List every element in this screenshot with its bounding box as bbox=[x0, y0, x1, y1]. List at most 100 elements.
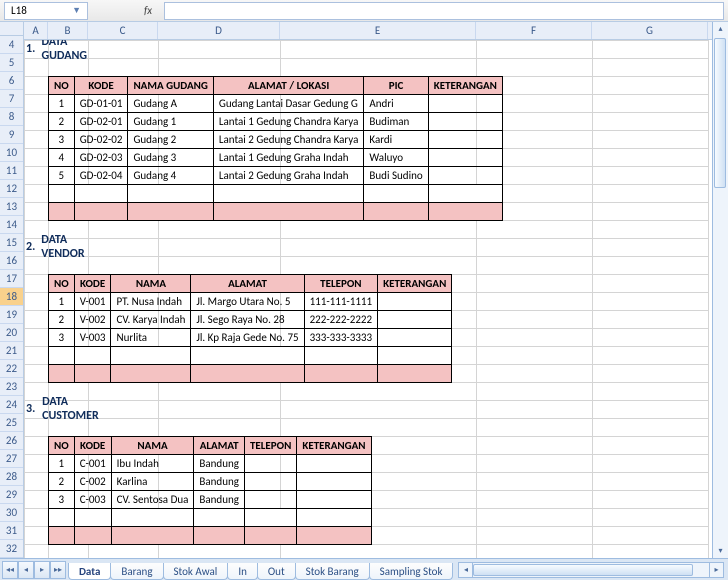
table-cell[interactable]: C-003 bbox=[74, 491, 111, 509]
sheet-nav-first-button[interactable]: ◂◂ bbox=[2, 561, 18, 579]
table-cell[interactable]: 5 bbox=[49, 167, 75, 185]
table-cell[interactable] bbox=[297, 473, 371, 491]
cells-area[interactable]: 1.DATA GUDANGNOKODENAMA GUDANGALAMAT / L… bbox=[24, 40, 712, 558]
formula-input[interactable] bbox=[164, 2, 724, 20]
row-header-30[interactable]: 30 bbox=[0, 504, 23, 522]
table-cell[interactable] bbox=[244, 491, 296, 509]
sheet-tab-data[interactable]: Data bbox=[68, 563, 111, 580]
table-cell[interactable]: Jl. Margo Utara No. 5 bbox=[191, 293, 304, 311]
table-cell[interactable]: 2 bbox=[49, 113, 75, 131]
table-cell[interactable]: Lantai 2 Gedung Chandra Karya bbox=[213, 131, 364, 149]
horizontal-scroll-thumb[interactable] bbox=[473, 564, 693, 576]
sheet-tab-stok-awal[interactable]: Stok Awal bbox=[163, 563, 229, 580]
table-cell[interactable]: Gudang A bbox=[128, 95, 213, 113]
table-cell[interactable]: Gudang 1 bbox=[128, 113, 213, 131]
row-header-7[interactable]: 7 bbox=[0, 90, 23, 108]
row-header-10[interactable]: 10 bbox=[0, 144, 23, 162]
table-cell[interactable]: Budiman bbox=[364, 113, 428, 131]
table-cell[interactable]: 333-333-3333 bbox=[304, 329, 378, 347]
sheet-tab-in[interactable]: In bbox=[227, 563, 258, 580]
table-cell[interactable]: Jl. Sego Raya No. 28 bbox=[191, 311, 304, 329]
table-cell[interactable] bbox=[428, 131, 502, 149]
row-header-27[interactable]: 27 bbox=[0, 450, 23, 468]
table-cell[interactable]: Bandung bbox=[194, 455, 245, 473]
table-cell[interactable]: Waluyo bbox=[364, 149, 428, 167]
table-cell[interactable] bbox=[428, 95, 502, 113]
table-cell[interactable] bbox=[428, 113, 502, 131]
row-header-4[interactable]: 4 bbox=[0, 36, 23, 54]
name-box-dropdown-icon[interactable]: ▼ bbox=[72, 3, 81, 19]
table-cell[interactable]: Bandung bbox=[194, 491, 245, 509]
table-cell[interactable]: C-002 bbox=[74, 473, 111, 491]
table-cell[interactable]: GD-02-03 bbox=[74, 149, 128, 167]
table-cell[interactable]: GD-02-04 bbox=[74, 167, 128, 185]
sheet-tab-sampling-stok[interactable]: Sampling Stok bbox=[369, 563, 454, 580]
row-header-23[interactable]: 23 bbox=[0, 378, 23, 396]
name-box[interactable]: L18 ▼ bbox=[4, 2, 88, 20]
column-header-F[interactable]: F bbox=[476, 22, 592, 39]
table-cell[interactable] bbox=[297, 491, 371, 509]
table-cell[interactable]: 1 bbox=[49, 293, 75, 311]
horizontal-scrollbar[interactable]: ◂ ▸ bbox=[458, 562, 724, 578]
table-cell[interactable]: 3 bbox=[49, 491, 75, 509]
table-cell[interactable]: Nurlita bbox=[111, 329, 191, 347]
sheet-nav-last-button[interactable]: ▸▸ bbox=[50, 561, 66, 579]
table-cell[interactable] bbox=[378, 311, 452, 329]
row-header-13[interactable]: 13 bbox=[0, 198, 23, 216]
row-header-15[interactable]: 15 bbox=[0, 234, 23, 252]
table-cell[interactable]: Kardi bbox=[364, 131, 428, 149]
table-cell[interactable]: CV. Karya Indah bbox=[111, 311, 191, 329]
row-header-26[interactable]: 26 bbox=[0, 432, 23, 450]
table-cell[interactable]: Karlina bbox=[111, 473, 194, 491]
table-cell[interactable]: 1 bbox=[49, 95, 75, 113]
row-header-5[interactable]: 5 bbox=[0, 54, 23, 72]
table-cell[interactable]: 111-111-1111 bbox=[304, 293, 378, 311]
row-header-21[interactable]: 21 bbox=[0, 342, 23, 360]
table-cell[interactable]: Ibu Indah bbox=[111, 455, 194, 473]
row-header-24[interactable]: 24 bbox=[0, 396, 23, 414]
table-cell[interactable]: 3 bbox=[49, 131, 75, 149]
column-header-C[interactable]: C bbox=[88, 22, 158, 39]
scroll-left-icon[interactable]: ◂ bbox=[459, 563, 473, 577]
table-cell[interactable]: 2 bbox=[49, 473, 75, 491]
table-cell[interactable]: CV. Sentosa Dua bbox=[111, 491, 194, 509]
table-cell[interactable]: 4 bbox=[49, 149, 75, 167]
row-header-16[interactable]: 16 bbox=[0, 252, 23, 270]
sheet-tab-out[interactable]: Out bbox=[257, 563, 296, 580]
table-cell[interactable]: Bandung bbox=[194, 473, 245, 491]
table-cell[interactable] bbox=[244, 455, 296, 473]
row-header-18[interactable]: 18 bbox=[0, 288, 23, 306]
table-cell[interactable] bbox=[428, 167, 502, 185]
table-cell[interactable]: V-001 bbox=[74, 293, 111, 311]
table-cell[interactable]: GD-02-02 bbox=[74, 131, 128, 149]
table-cell[interactable]: Gudang Lantai Dasar Gedung G bbox=[213, 95, 364, 113]
sheet-tab-stok-barang[interactable]: Stok Barang bbox=[295, 563, 370, 580]
row-header-17[interactable]: 17 bbox=[0, 270, 23, 288]
row-header-28[interactable]: 28 bbox=[0, 468, 23, 486]
row-header-22[interactable]: 22 bbox=[0, 360, 23, 378]
table-cell[interactable]: GD-02-01 bbox=[74, 113, 128, 131]
table-cell[interactable]: Jl. Kp Raja Gede No. 75 bbox=[191, 329, 304, 347]
row-header-14[interactable]: 14 bbox=[0, 216, 23, 234]
table-cell[interactable]: Gudang 4 bbox=[128, 167, 213, 185]
row-header-6[interactable]: 6 bbox=[0, 72, 23, 90]
row-header-9[interactable]: 9 bbox=[0, 126, 23, 144]
table-cell[interactable]: V-003 bbox=[74, 329, 111, 347]
sheet-nav-prev-button[interactable]: ◂ bbox=[18, 561, 34, 579]
row-header-29[interactable]: 29 bbox=[0, 486, 23, 504]
table-cell[interactable]: Lantai 1 Gedung Graha Indah bbox=[213, 149, 364, 167]
row-header-19[interactable]: 19 bbox=[0, 306, 23, 324]
column-header-A[interactable]: A bbox=[24, 22, 48, 39]
vertical-scroll-thumb[interactable] bbox=[714, 38, 726, 188]
vertical-scrollbar[interactable]: ▴ ▾ bbox=[712, 22, 728, 558]
scroll-right-icon[interactable]: ▸ bbox=[709, 563, 723, 577]
table-cell[interactable] bbox=[428, 149, 502, 167]
row-header-8[interactable]: 8 bbox=[0, 108, 23, 126]
table-cell[interactable] bbox=[244, 473, 296, 491]
sheet-nav-next-button[interactable]: ▸ bbox=[34, 561, 50, 579]
scroll-down-icon[interactable]: ▾ bbox=[713, 544, 728, 558]
row-header-12[interactable]: 12 bbox=[0, 180, 23, 198]
table-cell[interactable]: Budi Sudino bbox=[364, 167, 428, 185]
table-cell[interactable]: 2 bbox=[49, 311, 75, 329]
table-cell[interactable] bbox=[378, 293, 452, 311]
